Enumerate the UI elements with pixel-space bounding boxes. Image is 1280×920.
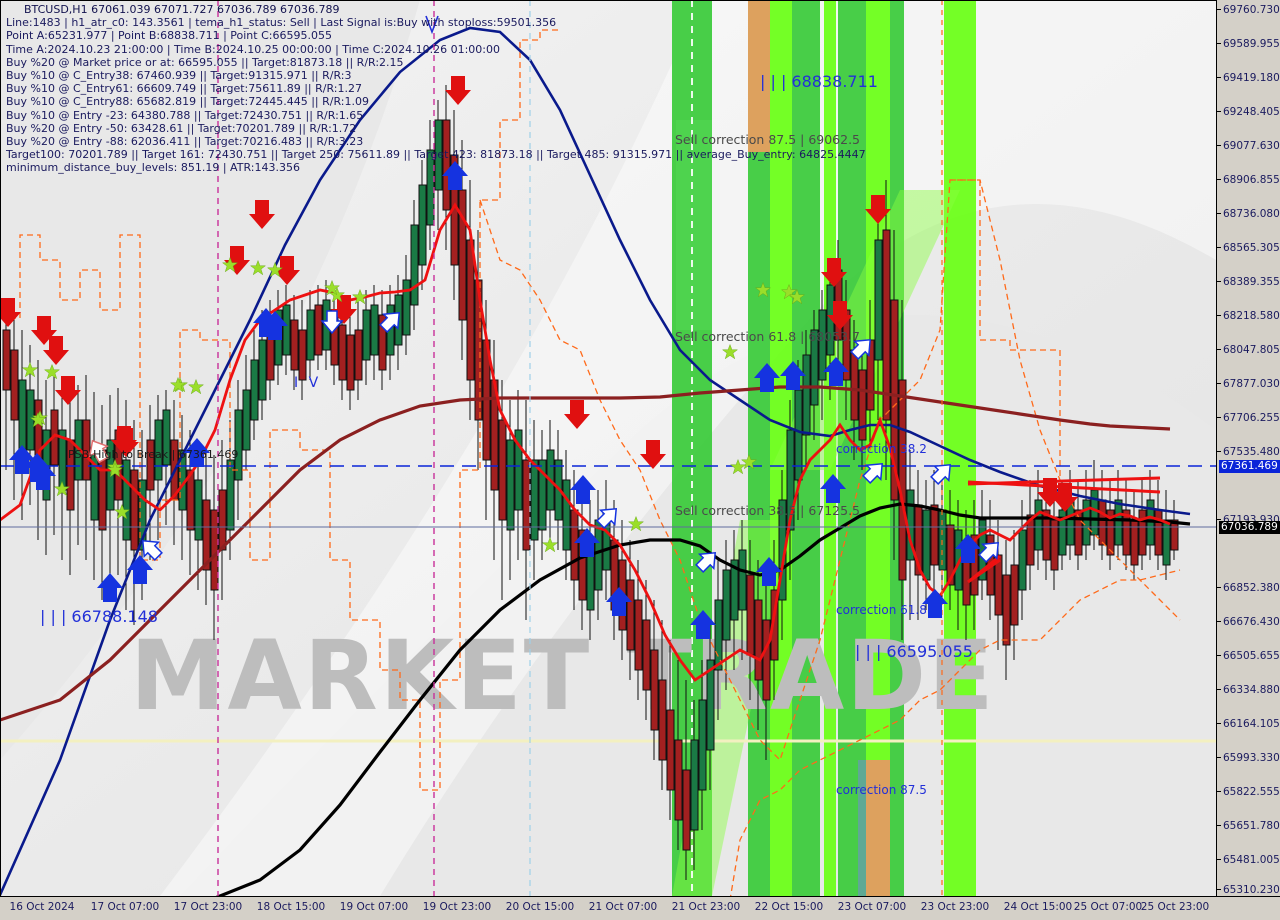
price-tick-label: 67706.255: [1223, 412, 1280, 424]
info-line-3: Buy %20 @ Market price or at: 66595.055 …: [6, 55, 404, 69]
time-tick-label: 24 Oct 15:00: [1003, 901, 1073, 913]
info-line-10: Target100: 70201.789 || Target 161: 7243…: [6, 148, 866, 162]
price-tick-label: 68906.855: [1223, 174, 1280, 186]
annotation-level-66788: | | | 66788.148: [40, 607, 158, 626]
info-symbol-line: BTCUSD,H1 67061.039 67071.727 67036.789 …: [24, 3, 340, 16]
annotation-correction-875: correction 87.5: [836, 783, 927, 797]
time-tick-label: 23 Oct 23:00: [920, 901, 990, 913]
chart-plot-area[interactable]: MARKET TRADE | | | 68838.711 Sell correc…: [0, 0, 1216, 896]
chart-info-panel: BTCUSD,H1 67061.039 67071.727 67036.789 …: [6, 3, 866, 175]
time-axis[interactable]: 16 Oct 2024 17 Oct 07:00 17 Oct 23:00 18…: [0, 896, 1280, 920]
price-tick-label: 65481.005: [1223, 854, 1280, 866]
price-tick: 66852.380: [1217, 582, 1280, 594]
price-tick-label: 69419.180: [1223, 72, 1280, 84]
info-line-5: Buy %10 @ C_Entry61: 66609.749 || Target…: [6, 82, 362, 96]
time-tick-label: 17 Oct 23:00: [173, 901, 243, 913]
time-tick-label: 22 Oct 15:00: [754, 901, 824, 913]
price-axis[interactable]: 69760.730 69589.955 69419.180 69248.405 …: [1216, 0, 1280, 896]
annotation-wave-label-iv: I V: [294, 375, 322, 391]
price-tick: 66334.880: [1217, 684, 1280, 696]
price-tick-label: 68218.580: [1223, 310, 1280, 322]
price-tick-label: 65822.555: [1223, 786, 1280, 798]
time-tick-label: 21 Oct 07:00: [588, 901, 658, 913]
info-line-8: Buy %20 @ Entry -50: 63428.61 || Target:…: [6, 121, 357, 135]
info-line-6: Buy %10 @ C_Entry88: 65682.819 || Target…: [6, 95, 369, 109]
price-tick: 65481.005: [1217, 854, 1280, 866]
price-tick-label: 65993.330: [1223, 752, 1280, 764]
time-tick-label: 23 Oct 07:00: [837, 901, 907, 913]
info-line-1: Point A:65231.977 | Point B:68838.711 | …: [6, 29, 332, 43]
price-label-level-highlight: 67361.469: [1219, 460, 1280, 473]
price-tick-label: 68047.805: [1223, 344, 1280, 356]
price-tick-label: 66334.880: [1223, 684, 1280, 696]
price-tick: 65651.780: [1217, 820, 1280, 832]
price-tick: 65310.230: [1217, 884, 1280, 896]
price-tick-label: 65310.230: [1223, 884, 1280, 896]
price-tick-label: 66676.430: [1223, 616, 1280, 628]
price-tick-label: 69248.405: [1223, 106, 1280, 118]
price-tick-label: 66852.380: [1223, 582, 1280, 594]
time-tick-label: 20 Oct 15:00: [505, 901, 575, 913]
price-tick: 66505.655: [1217, 650, 1280, 662]
price-tick-label: 69077.630: [1223, 140, 1280, 152]
price-tick: 66676.430: [1217, 616, 1280, 628]
annotation-correction-382: correction 38.2: [836, 442, 927, 456]
price-tick-label: 68565.305: [1223, 242, 1280, 254]
annotation-psb-high-to-break: PSB-High to Break | 67361.469: [68, 448, 239, 461]
annotation-level-66595: | | | 66595.055: [855, 642, 973, 661]
price-tick: 69419.180: [1217, 72, 1280, 84]
price-tick-label: 68736.080: [1223, 208, 1280, 220]
annotation-correction-618: correction 61.8: [836, 603, 927, 617]
info-line-0: Line:1483 | h1_atr_c0: 143.3561 | tema_h…: [6, 16, 557, 30]
price-tick: 69760.730: [1217, 4, 1280, 16]
price-tick: 68389.355: [1217, 276, 1280, 288]
price-tick: 67706.255: [1217, 412, 1280, 424]
price-tick-label: 69589.955: [1223, 38, 1280, 50]
time-tick-label: 19 Oct 07:00: [339, 901, 409, 913]
annotation-sell-correction-385: Sell correction 38.5 | 67125.5: [675, 503, 861, 518]
price-tick: 68218.580: [1217, 310, 1280, 322]
price-tick: 69248.405: [1217, 106, 1280, 118]
price-label-current-price: 67036.789: [1219, 521, 1280, 534]
price-tick: 68906.855: [1217, 174, 1280, 186]
price-tick-label: 67535.480: [1223, 446, 1280, 458]
time-tick-label: 25 Oct 23:00: [1140, 901, 1210, 913]
price-tick-label: 66505.655: [1223, 650, 1280, 662]
info-line-11: minimum_distance_buy_levels: 851.19 | AT…: [6, 161, 300, 175]
price-tick: 69077.630: [1217, 140, 1280, 152]
time-tick-label: 16 Oct 2024: [9, 901, 75, 913]
info-line-9: Buy %20 @ Entry -88: 62036.411 || Target…: [6, 135, 364, 149]
time-tick-label: 21 Oct 23:00: [671, 901, 741, 913]
info-line-7: Buy %10 @ Entry -23: 64380.788 || Target…: [6, 108, 364, 122]
price-tick: 67877.030: [1217, 378, 1280, 390]
price-tick-label: 69760.730: [1223, 4, 1280, 16]
time-tick-label: 25 Oct 07:00: [1073, 901, 1143, 913]
price-tick: 68047.805: [1217, 344, 1280, 356]
price-tick-label: 68389.355: [1223, 276, 1280, 288]
chart-window: MARKET TRADE | | | 68838.711 Sell correc…: [0, 0, 1280, 920]
price-tick: 68565.305: [1217, 242, 1280, 254]
info-line-2: Time A:2024.10.23 21:00:00 | Time B:2024…: [6, 42, 500, 56]
price-tick: 67535.480: [1217, 446, 1280, 458]
time-tick-label: 19 Oct 23:00: [422, 901, 492, 913]
price-tick-label: 65651.780: [1223, 820, 1280, 832]
time-tick-label: 17 Oct 07:00: [90, 901, 160, 913]
price-tick: 66164.105: [1217, 718, 1280, 730]
price-tick: 65993.330: [1217, 752, 1280, 764]
annotation-sell-correction-618: Sell correction 61.8 | 68053.7: [675, 329, 861, 344]
time-tick-label: 18 Oct 15:00: [256, 901, 326, 913]
info-line-4: Buy %10 @ C_Entry38: 67460.939 || Target…: [6, 69, 352, 83]
price-tick: 65822.555: [1217, 786, 1280, 798]
price-tick: 68736.080: [1217, 208, 1280, 220]
price-tick-label: 66164.105: [1223, 718, 1280, 730]
price-tick-label: 67877.030: [1223, 378, 1280, 390]
price-tick: 69589.955: [1217, 38, 1280, 50]
